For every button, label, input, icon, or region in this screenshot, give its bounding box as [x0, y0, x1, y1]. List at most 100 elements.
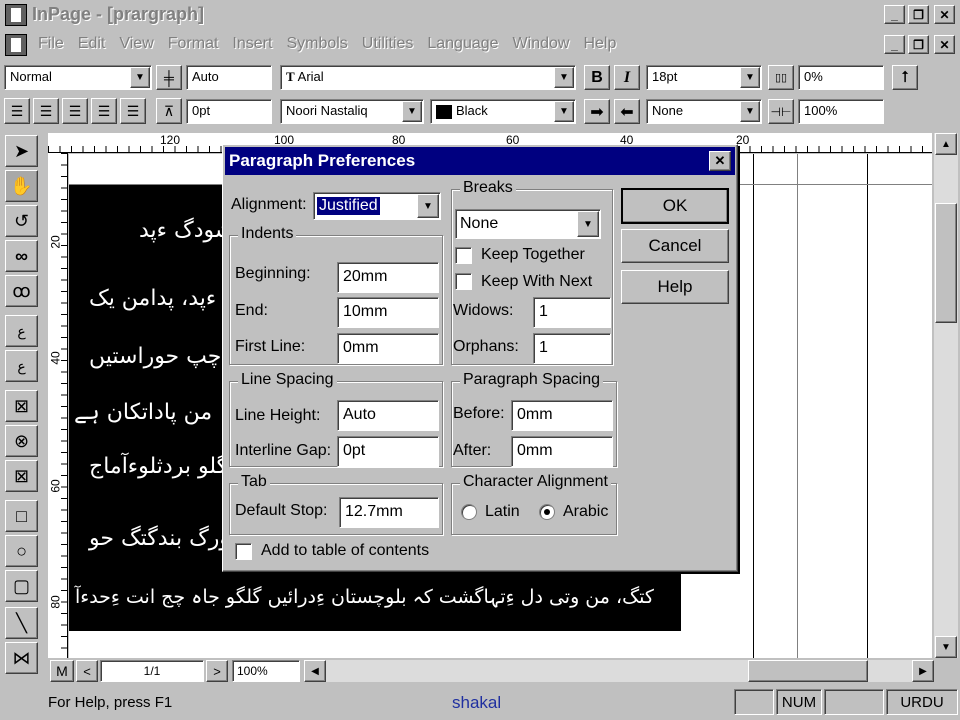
- rotate-tool-icon[interactable]: ↺: [5, 205, 38, 237]
- bold-button[interactable]: B: [584, 65, 610, 90]
- oval-picture-tool-icon[interactable]: ⊗: [5, 425, 38, 457]
- before-input[interactable]: 0mm: [511, 400, 613, 431]
- scroll-right-icon[interactable]: ▶: [912, 660, 934, 682]
- prev-page-button[interactable]: <: [76, 660, 98, 682]
- restore-button[interactable]: ❐: [908, 5, 929, 24]
- menu-view[interactable]: View: [119, 35, 153, 53]
- orphans-input[interactable]: 1: [533, 333, 611, 364]
- doc-restore-button[interactable]: ❐: [908, 35, 929, 54]
- oval-tool-icon[interactable]: ○: [5, 535, 38, 567]
- chevron-down-icon[interactable]: ▼: [740, 101, 760, 122]
- indent-icon[interactable]: ⊼: [156, 98, 182, 124]
- font-select[interactable]: T Arial ▼: [280, 65, 576, 90]
- align-justify-icon[interactable]: ☰: [91, 98, 117, 124]
- page-indicator[interactable]: 1/1: [100, 660, 204, 682]
- urdu-text-tool-icon[interactable]: ع: [5, 315, 38, 347]
- pointer-tool-icon[interactable]: ➤: [5, 135, 38, 167]
- chevron-down-icon[interactable]: ▼: [417, 194, 439, 218]
- doc-close-button[interactable]: ✕: [934, 35, 955, 54]
- style-select[interactable]: Normal ▼: [4, 65, 152, 90]
- polygon-tool-icon[interactable]: ⋈: [5, 642, 38, 674]
- menu-symbols[interactable]: Symbols: [286, 35, 347, 53]
- menu-utilities[interactable]: Utilities: [362, 35, 414, 53]
- scroll-left-icon[interactable]: ◀: [304, 660, 326, 682]
- align-center-icon[interactable]: ☰: [33, 98, 59, 124]
- indent-input[interactable]: 0pt: [186, 99, 272, 124]
- after-input[interactable]: 0mm: [511, 436, 613, 467]
- rounded-rect-tool-icon[interactable]: ▢: [5, 570, 38, 602]
- size-select[interactable]: 18pt ▼: [646, 65, 762, 90]
- horizontal-scrollbar[interactable]: ◀ ▶: [304, 660, 934, 682]
- leading-icon[interactable]: ╪: [156, 65, 182, 90]
- menu-insert[interactable]: Insert: [232, 35, 272, 53]
- chevron-down-icon[interactable]: ▼: [740, 67, 760, 88]
- breaks-select[interactable]: None ▼: [455, 209, 601, 239]
- ruler-tick-label: 120: [160, 133, 181, 147]
- up-arrow-button[interactable]: ⭡: [892, 65, 918, 90]
- align-force-icon[interactable]: ☰: [120, 98, 146, 124]
- chevron-down-icon[interactable]: ▼: [554, 101, 574, 122]
- scale-icon[interactable]: ⊣⊢: [768, 99, 794, 124]
- doc-minimize-button[interactable]: _: [884, 35, 905, 54]
- chevron-down-icon[interactable]: ▼: [554, 67, 574, 88]
- scroll-down-icon[interactable]: ▼: [935, 636, 957, 658]
- link-tool-icon[interactable]: ∞: [5, 240, 38, 272]
- chevron-down-icon[interactable]: ▼: [130, 67, 150, 88]
- toc-checkbox[interactable]: [235, 543, 252, 560]
- arrow-right-icon[interactable]: ➡: [584, 99, 610, 124]
- vertical-scrollbar[interactable]: ▲ ▼: [934, 133, 958, 658]
- help-button[interactable]: Help: [621, 270, 729, 304]
- color-select[interactable]: Black ▼: [430, 99, 576, 124]
- keep-with-next-checkbox[interactable]: [455, 273, 472, 290]
- text-box-tool-icon[interactable]: ع: [5, 350, 38, 382]
- shade-select[interactable]: None ▼: [646, 99, 762, 124]
- ok-button[interactable]: OK: [621, 188, 729, 224]
- arabic-radio[interactable]: [539, 504, 555, 520]
- line-tool-icon[interactable]: ╲: [5, 607, 38, 639]
- line-height-input[interactable]: Auto: [337, 400, 439, 431]
- menu-file[interactable]: File: [38, 35, 64, 53]
- rect-picture-tool-icon[interactable]: ⊠: [5, 390, 38, 422]
- chevron-down-icon[interactable]: ▼: [577, 211, 599, 237]
- rounded-picture-tool-icon[interactable]: ⊠: [5, 460, 38, 492]
- scroll-up-icon[interactable]: ▲: [935, 133, 957, 155]
- menu-format[interactable]: Format: [168, 35, 219, 53]
- italic-button[interactable]: I: [614, 65, 640, 90]
- menu-help[interactable]: Help: [583, 35, 616, 53]
- scale-input[interactable]: 100%: [798, 99, 884, 124]
- interline-gap-input[interactable]: 0pt: [337, 436, 439, 467]
- keep-together-checkbox[interactable]: [455, 247, 472, 264]
- doc-icon[interactable]: [5, 34, 27, 56]
- close-button[interactable]: ✕: [934, 5, 955, 24]
- tracking-icon[interactable]: ▯▯: [768, 65, 794, 90]
- cancel-button[interactable]: Cancel: [621, 229, 729, 263]
- scroll-thumb[interactable]: [935, 203, 957, 323]
- app-icon[interactable]: [5, 4, 27, 26]
- next-page-button[interactable]: >: [206, 660, 228, 682]
- arrow-left-icon[interactable]: ⬅: [614, 99, 640, 124]
- leading-input[interactable]: Auto: [186, 65, 272, 90]
- hand-tool-icon[interactable]: ✋: [5, 170, 38, 202]
- rectangle-tool-icon[interactable]: □: [5, 500, 38, 532]
- alignment-select[interactable]: Justified ▼: [313, 192, 441, 220]
- tracking-input[interactable]: 0%: [798, 65, 884, 90]
- zoom-indicator[interactable]: 100%: [232, 660, 300, 682]
- widows-input[interactable]: 1: [533, 297, 611, 328]
- chevron-down-icon[interactable]: ▼: [402, 101, 422, 122]
- menu-window[interactable]: Window: [513, 35, 570, 53]
- minimize-button[interactable]: _: [884, 5, 905, 24]
- end-input[interactable]: 10mm: [337, 297, 439, 328]
- menu-edit[interactable]: Edit: [78, 35, 106, 53]
- menu-language[interactable]: Language: [427, 35, 498, 53]
- urdu-font-select[interactable]: Noori Nastaliq ▼: [280, 99, 424, 124]
- align-right-icon[interactable]: ☰: [62, 98, 88, 124]
- hscroll-thumb[interactable]: [748, 660, 868, 682]
- dialog-close-icon[interactable]: ✕: [709, 151, 731, 171]
- first-line-input[interactable]: 0mm: [337, 333, 439, 364]
- master-page-button[interactable]: M: [50, 660, 74, 682]
- unlink-tool-icon[interactable]: ꝏ: [5, 275, 38, 307]
- align-left-icon[interactable]: ☰: [4, 98, 30, 124]
- latin-radio[interactable]: [461, 504, 477, 520]
- beginning-input[interactable]: 20mm: [337, 262, 439, 293]
- default-stop-input[interactable]: 12.7mm: [339, 497, 439, 528]
